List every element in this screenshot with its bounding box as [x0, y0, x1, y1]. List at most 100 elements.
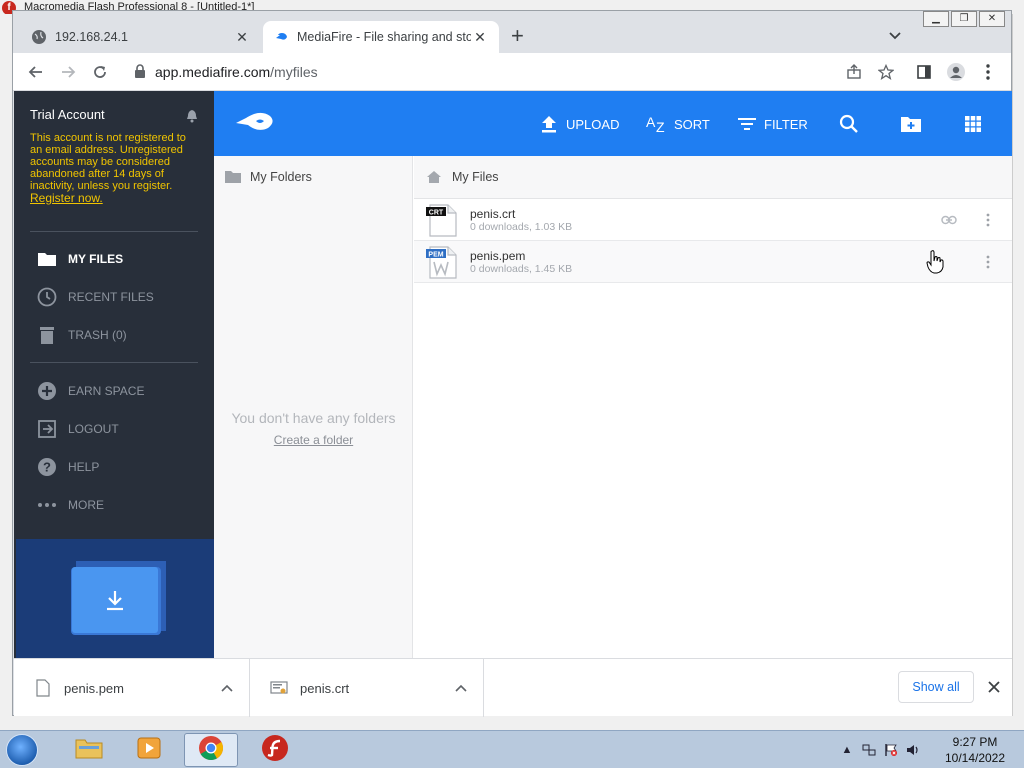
globe-icon — [31, 29, 47, 45]
create-folder-link[interactable]: Create a folder — [214, 433, 413, 447]
start-button[interactable] — [2, 732, 42, 768]
register-link[interactable]: Register now. — [30, 191, 103, 205]
filter-label: FILTER — [764, 116, 808, 132]
window-controls: ▁ ❐ ✕ — [921, 11, 1005, 27]
tab-router[interactable]: 192.168.24.1 ✕ — [21, 21, 261, 53]
nav-more[interactable]: MORE — [36, 493, 104, 517]
file-name[interactable]: penis.pem — [470, 249, 525, 263]
sort-button[interactable]: AZ SORT — [646, 113, 710, 135]
download-item[interactable]: penis.crt — [250, 659, 484, 717]
kebab-menu-icon[interactable] — [980, 211, 996, 229]
document-file-icon: PEM — [426, 245, 458, 279]
clock-date: 10/14/2022 — [944, 751, 1006, 765]
taskbar-clock[interactable]: 9:27 PM 10/14/2022 — [940, 734, 1010, 766]
folder-icon — [36, 248, 58, 270]
home-icon[interactable] — [426, 169, 442, 185]
new-tab-button[interactable]: + — [511, 25, 524, 47]
files-pane-title: My Files — [452, 170, 499, 184]
account-warning-text: This account is not registered to an ema… — [30, 132, 186, 192]
close-window-button[interactable]: ✕ — [979, 11, 1005, 27]
nav-label: MY FILES — [68, 252, 124, 266]
nav-logout[interactable]: LOGOUT — [36, 417, 119, 441]
side-panel-icon[interactable] — [913, 61, 935, 83]
folder-icon — [74, 736, 104, 765]
more-icon — [36, 494, 58, 516]
restore-button[interactable]: ❐ — [951, 11, 977, 27]
minimize-button[interactable]: ▁ — [923, 11, 949, 27]
upload-button[interactable]: UPLOAD — [538, 113, 619, 135]
back-button[interactable] — [25, 61, 47, 83]
forward-button[interactable] — [57, 61, 79, 83]
new-folder-icon[interactable] — [900, 113, 922, 135]
taskbar-chrome[interactable] — [184, 733, 238, 767]
system-tray: ▲ — [840, 731, 928, 768]
tab-mediafire[interactable]: MediaFire - File sharing and storage ✕ — [263, 21, 499, 53]
taskbar-flash[interactable] — [248, 733, 302, 767]
nav-recent-files[interactable]: RECENT FILES — [36, 285, 154, 309]
grid-view-icon[interactable] — [962, 113, 984, 135]
action-center-icon[interactable] — [884, 743, 898, 757]
folders-pane-title: My Folders — [250, 170, 312, 184]
chevron-up-icon[interactable] — [217, 678, 237, 698]
bell-icon[interactable] — [186, 109, 198, 123]
sort-label: SORT — [674, 116, 710, 132]
files-pane-header: My Files — [414, 156, 1012, 199]
file-row[interactable]: PEM penis.pem 0 downloads, 1.45 KB — [414, 241, 1012, 283]
browser-toolbar: app.mediafire.com/myfiles — [13, 53, 1011, 91]
mediafire-logo-icon[interactable] — [230, 111, 276, 137]
show-all-button[interactable]: Show all — [898, 671, 974, 703]
tab-strip: 192.168.24.1 ✕ MediaFire - File sharing … — [13, 11, 1011, 53]
star-icon[interactable] — [875, 61, 897, 83]
tab-title: MediaFire - File sharing and storage — [297, 30, 471, 44]
lock-icon[interactable] — [133, 63, 147, 79]
profile-avatar-icon[interactable] — [945, 61, 967, 83]
chevron-down-icon[interactable] — [885, 25, 905, 45]
url-path: /myfiles — [270, 64, 318, 80]
url-host: app.mediafire.com — [155, 64, 271, 80]
file-badge: PEM — [428, 251, 443, 258]
help-icon: ? — [36, 456, 58, 478]
share-icon[interactable] — [843, 61, 865, 83]
close-icon[interactable] — [984, 677, 1004, 697]
volume-icon[interactable] — [906, 743, 920, 757]
logout-icon — [36, 418, 58, 440]
file-row[interactable]: CRT penis.crt 0 downloads, 1.03 KB — [414, 199, 1012, 241]
mediafire-app: Trial Account This account is not regist… — [14, 91, 1012, 658]
nav-earn-space[interactable]: EARN SPACE — [36, 379, 144, 403]
kebab-menu-icon[interactable] — [977, 61, 999, 83]
taskbar-explorer[interactable] — [62, 733, 116, 767]
close-icon[interactable]: ✕ — [233, 28, 251, 46]
network-icon[interactable] — [862, 743, 876, 757]
kebab-menu-icon[interactable] — [980, 253, 996, 271]
folder-icon — [224, 170, 242, 184]
flash-icon — [260, 733, 290, 768]
chevron-up-icon[interactable] — [451, 678, 471, 698]
filter-icon — [736, 113, 758, 135]
search-icon[interactable] — [838, 113, 860, 135]
tab-title: 192.168.24.1 — [55, 30, 128, 44]
filter-button[interactable]: FILTER — [736, 113, 808, 135]
windows-start-icon — [6, 734, 38, 766]
link-icon[interactable] — [940, 211, 958, 229]
taskbar-media-player[interactable] — [122, 733, 176, 767]
nav-help[interactable]: ? HELP — [36, 455, 99, 479]
reload-button[interactable] — [89, 61, 111, 83]
hand-cursor-icon — [926, 250, 944, 274]
account-warning: This account is not registered to an ema… — [30, 132, 200, 205]
sidebar: Trial Account This account is not regist… — [14, 91, 214, 658]
address-bar[interactable]: app.mediafire.com/myfiles — [155, 64, 318, 80]
nav-label: MORE — [68, 498, 104, 512]
clock-time: 9:27 PM — [952, 735, 998, 749]
download-item[interactable]: penis.pem — [14, 659, 250, 717]
nav-my-files[interactable]: MY FILES — [36, 247, 123, 271]
file-badge: CRT — [429, 209, 444, 216]
taskbar: ▲ 9:27 PM 10/14/2022 — [0, 730, 1024, 768]
files-pane: My Files CRT penis.crt 0 downloads, 1.03… — [414, 156, 1012, 658]
nav-trash[interactable]: TRASH (0) — [36, 323, 127, 347]
empty-folders-message: You don't have any folders — [231, 410, 396, 426]
file-name[interactable]: penis.crt — [470, 207, 515, 221]
show-hidden-icons-icon[interactable]: ▲ — [840, 743, 854, 757]
desktop-app-promo[interactable] — [16, 539, 214, 658]
close-icon[interactable]: ✕ — [471, 28, 489, 46]
file-meta: 0 downloads, 1.45 KB — [470, 263, 573, 275]
